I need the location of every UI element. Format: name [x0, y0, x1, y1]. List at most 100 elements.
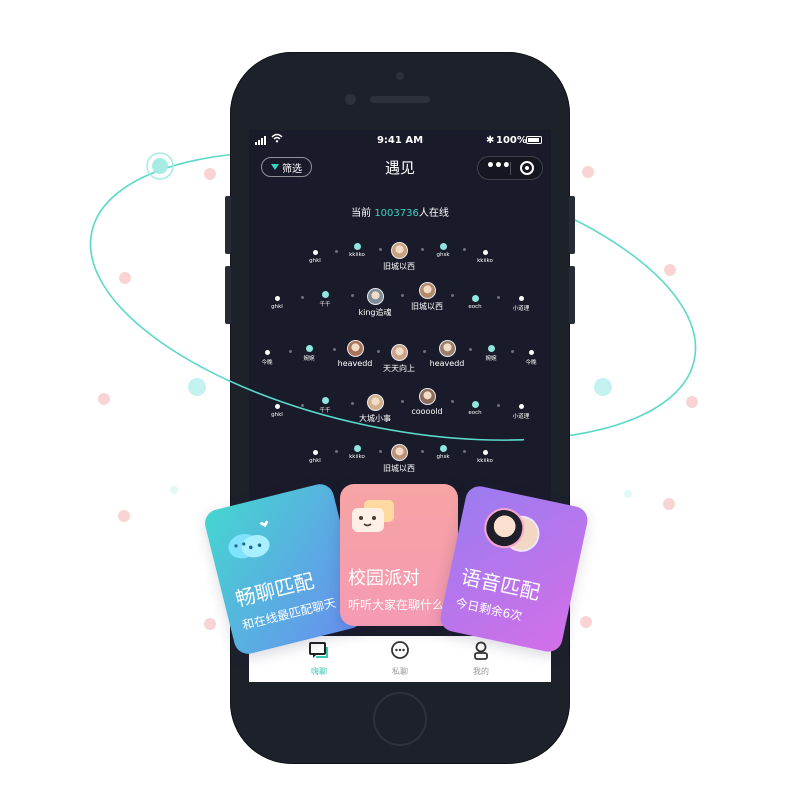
connector-dot [301, 296, 304, 299]
online-count: 1003736 [374, 208, 419, 219]
decor-dot [98, 393, 110, 405]
presence-dot [274, 403, 280, 409]
decor-dot [188, 378, 206, 396]
mute-switch [225, 196, 231, 254]
presence-dot [482, 449, 488, 455]
decor-dot [170, 486, 178, 494]
user-nickname: kkiiko [477, 458, 493, 464]
tab-profile[interactable]: 我的 [451, 641, 511, 677]
connector-dot [451, 294, 454, 297]
user-nickname: 小道理 [512, 414, 530, 420]
power-button-lower [569, 266, 575, 324]
connector-dot [377, 350, 380, 353]
campus-party-card[interactable]: 校园派对 听听大家在聊什么 [340, 484, 458, 626]
connector-dot [497, 296, 500, 299]
card-title: 校园派对 [348, 568, 420, 589]
close-target-icon[interactable] [520, 161, 534, 175]
more-icon[interactable]: ••• [486, 158, 511, 174]
avatar [391, 344, 408, 361]
connector-dot [333, 348, 336, 351]
presence-dot [439, 242, 447, 250]
volume-button [225, 266, 231, 324]
presence-dot [518, 403, 524, 409]
connector-dot [335, 450, 338, 453]
presence-dot [274, 295, 280, 301]
connector-dot [421, 450, 424, 453]
user-nickname: kkiiko [349, 252, 365, 258]
connector-dot [463, 450, 466, 453]
presence-dot [518, 295, 524, 301]
user-nickname: ghkl [309, 258, 321, 264]
connector-dot [351, 402, 354, 405]
presence-dot [353, 444, 361, 452]
decor-dot [624, 490, 632, 498]
avatar [419, 388, 436, 405]
power-button [569, 196, 575, 254]
presence-dot [528, 349, 534, 355]
message-icon [391, 641, 409, 659]
connector-dot [301, 404, 304, 407]
front-sensor [345, 94, 356, 105]
avatar [367, 394, 384, 411]
presence-dot [439, 444, 447, 452]
avatar [367, 288, 384, 305]
tab-private-chat[interactable]: 私聊 [370, 641, 430, 677]
status-bar: 9:41 AM ✱ 100% [249, 130, 551, 152]
decor-dot [118, 510, 130, 522]
presence-dot [471, 400, 479, 408]
user-nickname: 今晚 [525, 360, 537, 366]
connector-dot [511, 350, 514, 353]
front-camera [396, 72, 404, 80]
chat-bubbles-icon [309, 642, 328, 658]
decor-dot [204, 618, 216, 630]
connector-dot [351, 294, 354, 297]
avatar [347, 340, 364, 357]
presence-dot [305, 344, 313, 352]
tab-hi-chat[interactable]: 嗨聊 [289, 641, 349, 677]
user-nickname: 小道理 [512, 306, 530, 312]
presence-dot [321, 396, 329, 404]
mini-program-capsule: ••• [477, 156, 543, 180]
voice-avatars [480, 504, 548, 560]
connector-dot [289, 350, 292, 353]
online-suffix: 人在线 [418, 208, 449, 219]
presence-dot [353, 242, 361, 250]
connector-dot [497, 404, 500, 407]
presence-dot [487, 344, 495, 352]
connector-dot [401, 400, 404, 403]
connector-dot [401, 294, 404, 297]
user-nickname: kkiiko [349, 454, 365, 460]
connector-dot [379, 450, 382, 453]
home-button[interactable] [373, 692, 427, 746]
connector-dot [379, 248, 382, 251]
decor-dot [119, 272, 131, 284]
user-nickname: kkiiko [477, 258, 493, 264]
decor-dot [594, 378, 612, 396]
presence-dot [482, 249, 488, 255]
party-chat-icon [352, 500, 394, 532]
online-prefix: 当前 [351, 208, 375, 219]
bluetooth-icon: ✱ [486, 135, 495, 146]
decor-dot [580, 616, 592, 628]
user-nickname: 旧城以西 [383, 262, 415, 271]
connector-dot [463, 248, 466, 251]
decor-dot [204, 168, 216, 180]
profile-icon [474, 641, 488, 660]
avatar [419, 282, 436, 299]
connector-dot [451, 400, 454, 403]
user-nickname: 旧城以西 [383, 464, 415, 473]
tab-label: 我的 [473, 667, 489, 676]
tab-label: 嗨聊 [311, 667, 327, 676]
connector-dot [421, 248, 424, 251]
presence-dot [471, 294, 479, 302]
battery-percent: 100% [496, 135, 527, 146]
connector-dot [335, 250, 338, 253]
online-count-text: 当前 1003736人在线 [249, 204, 551, 219]
decor-dot [582, 166, 594, 178]
decor-dot [664, 264, 676, 276]
connector-dot [469, 348, 472, 351]
tab-label: 私聊 [392, 667, 408, 676]
nav-bar: 筛选 遇见 ••• [249, 152, 551, 182]
earpiece-speaker [370, 96, 430, 103]
chat-bubbles-icon [228, 520, 270, 559]
